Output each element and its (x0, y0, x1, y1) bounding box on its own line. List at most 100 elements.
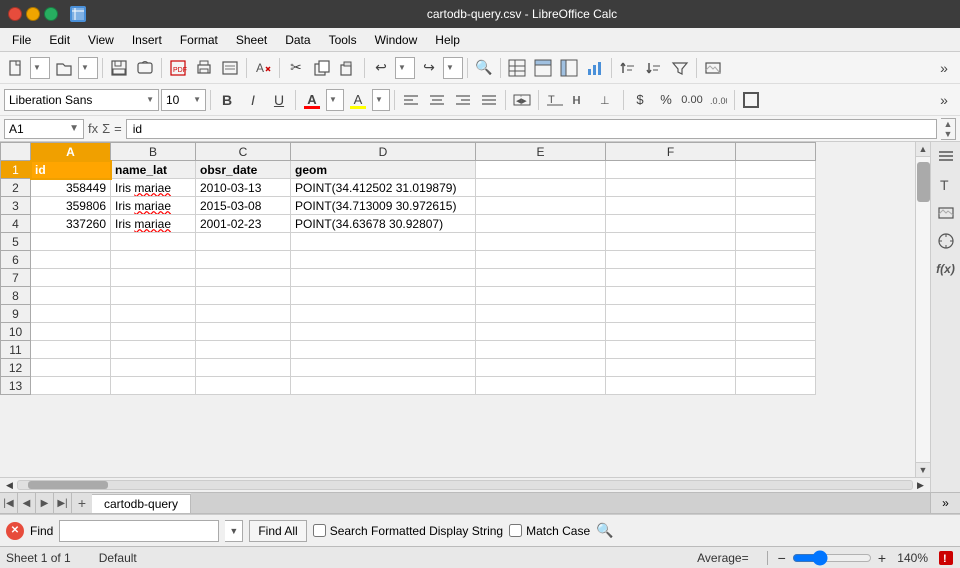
col-header-b[interactable]: B (111, 143, 196, 161)
zoom-plus-btn[interactable]: + (878, 550, 886, 566)
cell-reference-box[interactable]: A1 ▼ (4, 119, 84, 139)
format-middle-button[interactable] (569, 88, 593, 112)
cell-c1[interactable]: obsr_date (196, 161, 291, 179)
sort-desc-button[interactable] (642, 56, 666, 80)
cell-ref-arrow[interactable]: ▼ (69, 123, 79, 134)
undo-combo[interactable]: ▼ (395, 57, 415, 79)
tab-more-button[interactable]: » (930, 493, 960, 513)
search-formatted-check[interactable] (313, 524, 326, 537)
sidebar-styles-icon[interactable]: T (935, 174, 957, 196)
size-combo-arrow[interactable]: ▼ (193, 95, 201, 104)
menu-sheet[interactable]: Sheet (228, 31, 275, 49)
cell-g4[interactable] (736, 215, 816, 233)
open-button[interactable] (52, 56, 76, 80)
insert-image-button[interactable] (701, 56, 725, 80)
save-button[interactable] (107, 56, 131, 80)
cell-e4[interactable] (476, 215, 606, 233)
pdf-export-button[interactable]: PDF (166, 56, 190, 80)
cell-b1[interactable]: name_lat (111, 161, 196, 179)
filter-button[interactable] (668, 56, 692, 80)
vscroll-track[interactable] (916, 157, 930, 462)
cell-e3[interactable] (476, 197, 606, 215)
italic-button[interactable]: I (241, 88, 265, 112)
thousand-button[interactable]: 0.00 (680, 88, 704, 112)
highlight-color-button[interactable]: A (346, 88, 370, 112)
col-header-e[interactable]: E (476, 143, 606, 161)
vscroll-thumb[interactable] (917, 162, 930, 202)
redo-combo[interactable]: ▼ (443, 57, 463, 79)
cell-c4[interactable]: 2001-02-23 (196, 215, 291, 233)
maximize-button[interactable] (44, 7, 58, 21)
sidebar-navigator-icon[interactable] (935, 230, 957, 252)
find-all-button[interactable]: Find All (249, 520, 306, 542)
preview-button[interactable] (218, 56, 242, 80)
toolbar-more-button[interactable]: » (932, 56, 956, 80)
menu-help[interactable]: Help (427, 31, 468, 49)
sum-icon[interactable]: Σ (102, 121, 110, 136)
cut-button[interactable]: ✂ (284, 56, 308, 80)
spell-check-button[interactable]: A (251, 56, 275, 80)
insert-table-button[interactable] (505, 56, 529, 80)
sheet-tab-active[interactable]: cartodb-query (92, 494, 191, 513)
paste-button[interactable] (336, 56, 360, 80)
align-right-button[interactable] (451, 88, 475, 112)
cell-f2[interactable] (606, 179, 736, 197)
menu-edit[interactable]: Edit (41, 31, 78, 49)
find-input[interactable] (59, 520, 219, 542)
match-case-check[interactable] (509, 524, 522, 537)
decimal-more-button[interactable]: .0.00 (706, 88, 730, 112)
sidebar-gallery-icon[interactable] (935, 202, 957, 224)
font-color-button[interactable]: A (300, 88, 324, 112)
underline-button[interactable]: U (267, 88, 291, 112)
hscroll-right-button[interactable]: ▶ (913, 473, 928, 492)
sidebar-functions-icon[interactable]: f(x) (935, 258, 957, 280)
highlight-color-combo[interactable]: ▼ (372, 89, 390, 111)
print-button[interactable] (192, 56, 216, 80)
cell-g1[interactable] (736, 161, 816, 179)
col-header-d[interactable]: D (291, 143, 476, 161)
tab-last-button[interactable]: ▶| (54, 493, 72, 513)
close-button[interactable] (8, 7, 22, 21)
cell-c2[interactable]: 2010-03-13 (196, 179, 291, 197)
cell-b3[interactable]: Iris mariae (111, 197, 196, 215)
cell-c3[interactable]: 2015-03-08 (196, 197, 291, 215)
function-wizard-icon[interactable]: fx (88, 121, 98, 136)
col-header-c[interactable]: C (196, 143, 291, 161)
zoom-minus-btn[interactable]: − (778, 550, 786, 566)
horizontal-scrollbar[interactable]: ◀ ▶ (0, 477, 930, 492)
cell-g2[interactable] (736, 179, 816, 197)
cell-f3[interactable] (606, 197, 736, 215)
hscroll-left-button[interactable]: ◀ (2, 473, 17, 492)
vertical-scrollbar[interactable]: ▲ ▼ (915, 142, 930, 477)
bold-button[interactable]: B (215, 88, 239, 112)
align-left-button[interactable] (399, 88, 423, 112)
tab-add-button[interactable]: + (72, 493, 92, 513)
cell-d2[interactable]: POINT(34.412502 31.019879) (291, 179, 476, 197)
hscroll-thumb[interactable] (28, 481, 108, 489)
format-bottom-button[interactable]: ⊥ (595, 88, 619, 112)
menu-file[interactable]: File (4, 31, 39, 49)
col-header-g[interactable] (736, 143, 816, 161)
copy-button[interactable] (310, 56, 334, 80)
match-case-checkbox[interactable]: Match Case (509, 524, 590, 538)
minimize-button[interactable] (26, 7, 40, 21)
format-top-button[interactable]: T (543, 88, 567, 112)
cell-a1[interactable]: id (31, 161, 111, 179)
row-header-button[interactable] (557, 56, 581, 80)
find-close-button[interactable]: ✕ (6, 522, 24, 540)
chart-button[interactable] (583, 56, 607, 80)
menu-data[interactable]: Data (277, 31, 318, 49)
redo-button[interactable]: ↪ (417, 56, 441, 80)
equals-icon[interactable]: = (114, 121, 122, 136)
vscroll-up-button[interactable]: ▲ (916, 142, 930, 157)
find-dropdown-button[interactable]: ▼ (225, 520, 243, 542)
font-size-combo[interactable]: 10 ▼ (161, 89, 206, 111)
new-combo[interactable]: ▼ (30, 57, 50, 79)
menu-insert[interactable]: Insert (124, 31, 170, 49)
fmt-more-button[interactable]: » (932, 88, 956, 112)
percent-button[interactable]: % (654, 88, 678, 112)
formula-input[interactable]: id (126, 119, 937, 139)
cell-d1[interactable]: geom (291, 161, 476, 179)
zoom-slider[interactable] (792, 552, 872, 564)
tab-first-button[interactable]: |◀ (0, 493, 18, 513)
